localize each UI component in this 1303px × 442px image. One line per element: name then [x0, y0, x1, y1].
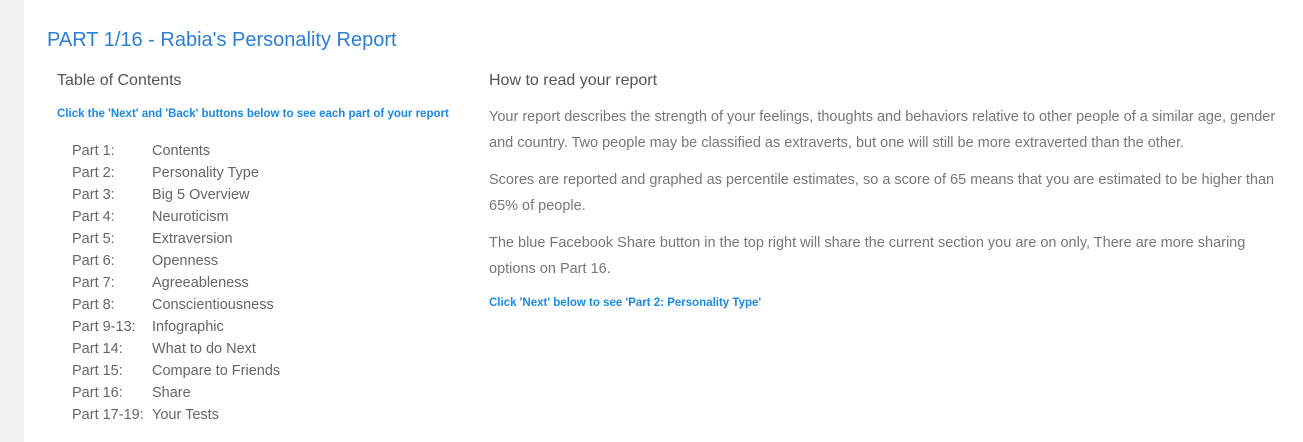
- toc-part-label: Conscientiousness: [152, 297, 274, 313]
- toc-item: Part 8: Conscientiousness: [72, 294, 477, 316]
- toc-part-label: Your Tests: [152, 407, 219, 423]
- toc-heading: Table of Contents: [57, 72, 182, 89]
- toc-part-label: Infographic: [152, 319, 224, 335]
- toc-item: Part 4: Neuroticism: [72, 206, 477, 228]
- toc-part-number: Part 2:: [72, 165, 115, 181]
- toc-part-label: Compare to Friends: [152, 363, 281, 379]
- toc-part-number: Part 16:: [72, 385, 123, 401]
- toc-part-number: Part 1:: [72, 143, 115, 159]
- toc-part-label: Extraversion: [152, 231, 233, 247]
- table-of-contents: Table of Contents Click the 'Next' and '…: [57, 71, 477, 426]
- toc-part-number: Part 3:: [72, 187, 115, 203]
- toc-item: Part 5: Extraversion: [72, 228, 477, 250]
- toc-part-label: Share: [152, 385, 191, 401]
- toc-part-number: Part 9-13:: [72, 319, 136, 335]
- toc-part-label: Big 5 Overview: [152, 187, 250, 203]
- next-hint: Click 'Next' below to see 'Part 2: Perso…: [489, 297, 762, 309]
- toc-item: Part 16: Share: [72, 382, 477, 404]
- toc-part-label: Neuroticism: [152, 209, 229, 225]
- toc-part-number: Part 6:: [72, 253, 115, 269]
- toc-item: Part 14: What to do Next: [72, 338, 477, 360]
- toc-part-number: Part 8:: [72, 297, 115, 313]
- toc-item: Part 9-13: Infographic: [72, 316, 477, 338]
- toc-part-number: Part 17-19:: [72, 407, 144, 423]
- toc-hint: Click the 'Next' and 'Back' buttons belo…: [57, 108, 449, 120]
- toc-item: Part 17-19: Your Tests: [72, 404, 477, 426]
- toc-part-number: Part 15:: [72, 363, 123, 379]
- read-paragraph: Your report describes the strength of yo…: [489, 109, 1276, 151]
- left-margin-strip: [0, 0, 24, 442]
- how-to-read-section: How to read your report Your report desc…: [489, 71, 1289, 310]
- toc-item: Part 15: Compare to Friends: [72, 360, 477, 382]
- read-paragraph: Scores are reported and graphed as perce…: [489, 172, 1275, 214]
- toc-part-label: Personality Type: [152, 165, 259, 181]
- toc-part-number: Part 4:: [72, 209, 115, 225]
- toc-part-label: Openness: [152, 253, 219, 269]
- toc-part-label: Agreeableness: [152, 275, 249, 291]
- toc-item: Part 1: Contents: [72, 140, 477, 162]
- toc-part-label: Contents: [152, 143, 211, 159]
- page-title: PART 1/16 - Rabia's Personality Report: [47, 29, 397, 51]
- toc-list: Part 1: Contents Part 2: Personality Type Pa…: [57, 140, 477, 426]
- toc-item: Part 3: Big 5 Overview: [72, 184, 477, 206]
- toc-item: Part 2: Personality Type: [72, 162, 477, 184]
- toc-part-number: Part 5:: [72, 231, 115, 247]
- toc-part-number: Part 14:: [72, 341, 123, 357]
- read-paragraph: The blue Facebook Share button in the to…: [489, 235, 1246, 277]
- toc-part-number: Part 7:: [72, 275, 115, 291]
- toc-item: Part 7: Agreeableness: [72, 272, 477, 294]
- toc-part-label: What to do Next: [152, 341, 256, 357]
- toc-item: Part 6: Openness: [72, 250, 477, 272]
- read-heading: How to read your report: [489, 72, 658, 89]
